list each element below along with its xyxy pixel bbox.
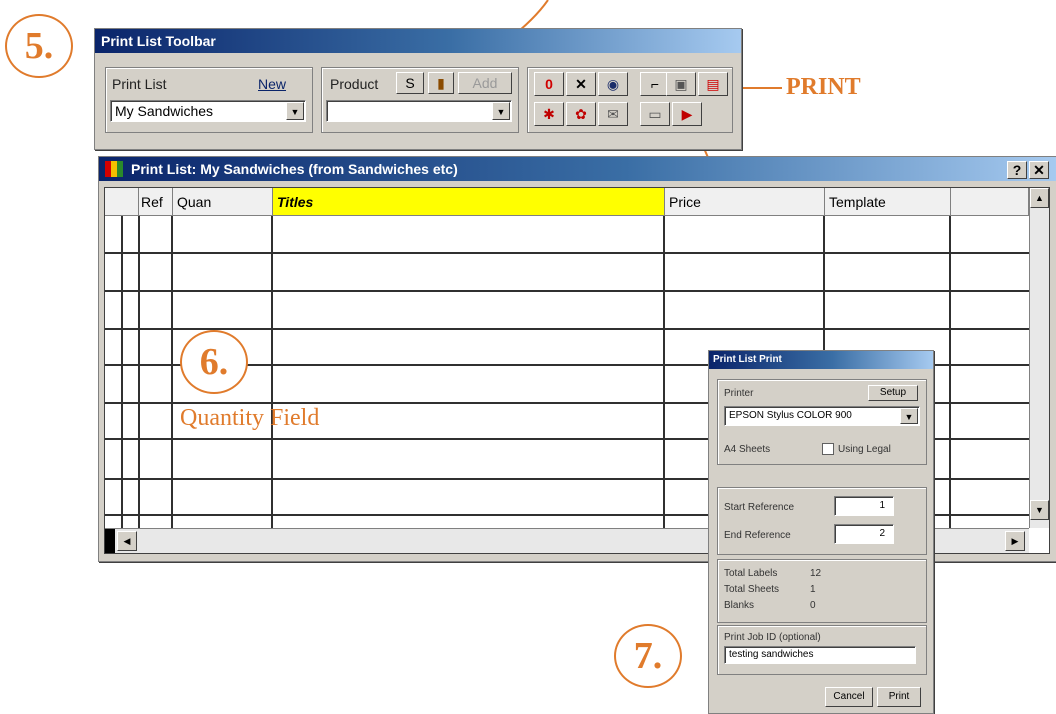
sheets-label: A4 Sheets <box>724 444 771 455</box>
column-header-price[interactable]: Price <box>665 188 825 216</box>
mail-icon[interactable]: ✉ <box>598 102 628 126</box>
end-reference-label: End Reference <box>724 530 791 541</box>
grid-col-line <box>949 216 951 528</box>
end-reference-input[interactable]: 2 <box>834 524 894 544</box>
using-legal-label: Using Legal <box>838 444 891 455</box>
print-annotation: PRINT <box>786 74 861 100</box>
total-labels-value: 12 <box>810 568 822 579</box>
new-list-link[interactable]: New <box>258 76 286 92</box>
grid-row-line <box>105 290 1029 292</box>
printer-value: EPSON Stylus COLOR 900 <box>729 410 852 421</box>
start-reference-label: Start Reference <box>724 502 795 513</box>
column-header-template[interactable]: Template <box>825 188 951 216</box>
scroll-left-icon[interactable]: ◀ <box>117 531 137 551</box>
print-red-icon[interactable]: ▤ <box>698 72 728 96</box>
printer-label: Printer <box>724 388 754 399</box>
list-window-title: Print List: My Sandwiches (from Sandwich… <box>99 157 1056 181</box>
blanks-label: Blanks <box>724 600 755 611</box>
setup-button[interactable]: Setup <box>868 385 918 401</box>
print-list-select[interactable]: My Sandwiches ▼ <box>110 100 306 122</box>
zero-quantity-icon[interactable]: 0 <box>534 72 564 96</box>
tray-icon[interactable]: ▭ <box>640 102 670 126</box>
print-list-print-dialog: Print List Print Printer Setup EPSON Sty… <box>708 350 934 714</box>
step-6-badge: 6. <box>180 330 248 394</box>
product-group: Product S ▮ Add ▼ <box>321 67 519 133</box>
total-sheets-value: 1 <box>810 584 816 595</box>
print-button[interactable]: Print <box>877 687 921 707</box>
row-marker <box>105 529 115 553</box>
dialog-title: Print List Print <box>709 351 933 369</box>
grid-col-line <box>138 216 140 528</box>
product-select[interactable]: ▼ <box>326 100 512 122</box>
grid-col-line <box>121 216 123 528</box>
delete-icon[interactable]: ✕ <box>566 72 596 96</box>
s-button[interactable]: S <box>396 72 424 94</box>
chevron-down-icon[interactable]: ▼ <box>900 408 918 424</box>
product-pick-button[interactable]: ▮ <box>428 72 454 94</box>
chevron-down-icon[interactable]: ▼ <box>492 102 510 120</box>
job-id-group: Print Job ID (optional) testing sandwich… <box>717 625 927 675</box>
scroll-up-icon[interactable]: ▲ <box>1030 188 1049 208</box>
row-header-corner <box>105 188 139 216</box>
scroll-right-icon[interactable]: ▶ <box>1005 531 1025 551</box>
add-button[interactable]: Add <box>458 72 512 94</box>
print-list-group: Print List New My Sandwiches ▼ <box>105 67 313 133</box>
column-header-quan[interactable]: Quan <box>173 188 273 216</box>
vertical-scrollbar[interactable]: ▲ ▼ <box>1029 188 1049 528</box>
product-label: Product <box>330 76 379 92</box>
totals-group: Total Labels 12 Total Sheets 1 Blanks 0 <box>717 559 927 623</box>
grid-row-line <box>105 252 1029 254</box>
close-icon[interactable]: ✕ <box>1029 161 1049 179</box>
quantity-field-annotation: Quantity Field <box>180 405 320 431</box>
printer-icon[interactable]: ▣ <box>666 72 696 96</box>
flower-icon[interactable]: ✿ <box>566 102 596 126</box>
print-list-label: Print List <box>112 76 167 92</box>
toolbar-title: Print List Toolbar <box>95 29 741 53</box>
cancel-button[interactable]: Cancel <box>825 687 873 707</box>
job-id-label: Print Job ID (optional) <box>724 632 821 643</box>
column-header-extra <box>951 188 1029 216</box>
start-reference-input[interactable]: 1 <box>834 496 894 516</box>
step-5-badge: 5. <box>5 14 73 78</box>
app-icon <box>105 161 123 177</box>
total-labels-label: Total Labels <box>724 568 778 579</box>
blanks-value: 0 <box>810 600 816 611</box>
exit-icon[interactable]: ▶ <box>672 102 702 126</box>
scroll-down-icon[interactable]: ▼ <box>1030 500 1049 520</box>
help-button[interactable]: ? <box>1007 161 1027 179</box>
actions-group: 0 ✕ ◉ ⌐ ▣ ▤ ✱ ✿ ✉ ▭ ▶ <box>527 67 733 133</box>
grid-row-line <box>105 328 1029 330</box>
reference-group: Start Reference 1 End Reference 2 <box>717 487 927 555</box>
preview-icon[interactable]: ◉ <box>598 72 628 96</box>
job-id-input[interactable]: testing sandwiches <box>724 646 916 664</box>
using-legal-checkbox[interactable] <box>822 443 834 455</box>
total-sheets-label: Total Sheets <box>724 584 780 595</box>
column-header-titles[interactable]: Titles <box>273 188 665 216</box>
print-list-value: My Sandwiches <box>115 103 214 119</box>
printer-select[interactable]: EPSON Stylus COLOR 900 ▼ <box>724 406 920 426</box>
grid-col-line <box>171 216 173 528</box>
bug-icon[interactable]: ✱ <box>534 102 564 126</box>
chevron-down-icon[interactable]: ▼ <box>286 102 304 120</box>
step-7-badge: 7. <box>614 624 682 688</box>
list-title-text: Print List: My Sandwiches (from Sandwich… <box>131 161 458 177</box>
grid-col-line <box>271 216 273 528</box>
grid-col-line <box>663 216 665 528</box>
print-list-toolbar: Print List Toolbar Print List New My San… <box>94 28 742 150</box>
column-header-ref[interactable]: Ref <box>139 188 173 216</box>
printer-group: Printer Setup EPSON Stylus COLOR 900 ▼ A… <box>717 379 927 465</box>
